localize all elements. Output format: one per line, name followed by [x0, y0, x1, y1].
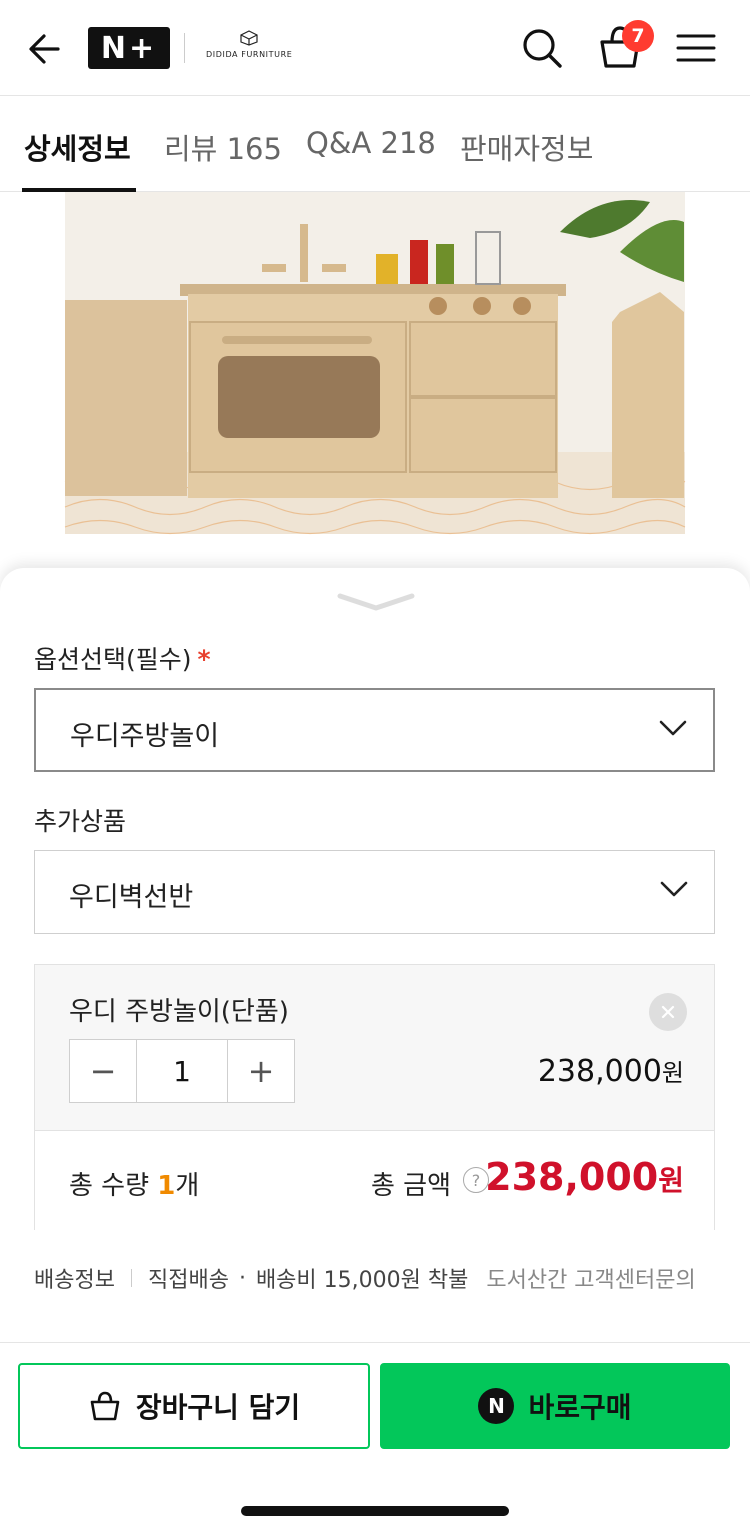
chevron-down-icon — [660, 881, 688, 897]
shipping-dot: · — [238, 1265, 246, 1291]
item-price-unit: 원 — [661, 1059, 684, 1087]
naver-pay-icon: N — [478, 1388, 515, 1424]
shopping-bag-icon — [90, 1391, 120, 1421]
item-price-value: 238,000 — [537, 1054, 662, 1089]
buy-now-label: 바로구매 — [528, 1391, 632, 1424]
home-indicator — [241, 1506, 509, 1516]
add-to-cart-button[interactable]: 장바구니 담기 — [18, 1363, 370, 1449]
quantity-increase-button[interactable]: + — [228, 1040, 294, 1102]
hamburger-menu-icon[interactable] — [674, 28, 718, 68]
shipping-info: 배송정보 직접배송 · 배송비 15,000원 착불 도서산간 고객센터문의 — [34, 1262, 696, 1294]
quantity-value[interactable]: 1 — [136, 1040, 228, 1102]
addon-dropdown[interactable]: 우디벽선반 — [34, 850, 715, 934]
quantity-decrease-button[interactable]: − — [70, 1040, 136, 1102]
total-summary: 총 수량 1개 총 금액 ? 238,000원 — [35, 1130, 714, 1230]
shipping-method: 직접배송 — [147, 1268, 229, 1293]
top-header: N+ DIDIDA FURNITURE 7 — [0, 0, 750, 96]
didida-furniture-logo[interactable]: DIDIDA FURNITURE — [206, 30, 296, 66]
tab-qna[interactable]: Q&A 218 — [306, 126, 436, 160]
sheet-collapse-chevron-icon[interactable] — [336, 590, 416, 612]
tab-reviews[interactable]: 리뷰 165 — [164, 126, 282, 168]
back-arrow-icon[interactable] — [22, 26, 68, 72]
shipping-label: 배송정보 — [34, 1268, 115, 1293]
shipping-remote-area-note: 도서산간 고객센터문의 — [486, 1268, 696, 1293]
total-amount-value: 238,000 — [485, 1155, 659, 1199]
selected-item-name: 우디 주방놀이(단품) — [69, 997, 289, 1027]
selected-item-card: 우디 주방놀이(단품) − 1 + 238,000원 총 수량 1개 총 금액 … — [34, 964, 715, 1230]
option-dropdown[interactable]: 우디주방놀이 — [34, 688, 715, 772]
total-quantity: 총 수량 1개 — [69, 1165, 199, 1202]
tab-detail[interactable]: 상세정보 — [24, 126, 131, 168]
total-amount-label: 총 금액 — [371, 1171, 452, 1201]
option-select-label: 옵션선택(필수) * — [34, 640, 211, 676]
product-image — [0, 192, 750, 572]
total-qty-prefix: 총 수량 — [69, 1171, 158, 1201]
brand-partner-text: DIDIDA FURNITURE — [206, 50, 293, 59]
search-icon[interactable] — [518, 24, 566, 72]
total-amount: 238,000원 — [485, 1155, 684, 1199]
action-bar-divider — [0, 1342, 750, 1343]
cart-count-badge: 7 — [622, 20, 654, 52]
addon-select-label: 추가상품 — [34, 807, 127, 836]
total-qty-number: 1 — [157, 1171, 176, 1201]
total-qty-suffix: 개 — [175, 1171, 200, 1201]
quantity-stepper: − 1 + — [69, 1039, 295, 1103]
item-price: 238,000원 — [538, 1053, 684, 1089]
naver-plus-logo[interactable]: N+ — [88, 27, 170, 69]
addon-dropdown-value: 우디벽선반 — [69, 882, 194, 913]
product-tabs: 상세정보 리뷰 165 Q&A 218 판매자정보 — [0, 96, 750, 192]
tab-seller-info[interactable]: 판매자정보 — [460, 126, 593, 168]
required-mark: * — [197, 645, 211, 674]
remove-item-close-icon[interactable] — [649, 993, 687, 1031]
add-to-cart-label: 장바구니 담기 — [135, 1391, 301, 1424]
cube-logo-icon — [240, 30, 258, 46]
brand-divider — [184, 33, 185, 63]
option-label-text: 옵션선택(필수) — [34, 645, 192, 674]
shipping-fee: 배송비 15,000원 착불 — [255, 1268, 469, 1293]
chevron-down-icon — [659, 720, 687, 736]
buy-now-button[interactable]: N 바로구매 — [380, 1363, 730, 1449]
shipping-divider — [130, 1269, 132, 1287]
total-amount-unit: 원 — [658, 1164, 684, 1197]
option-dropdown-value: 우디주방놀이 — [70, 721, 220, 752]
